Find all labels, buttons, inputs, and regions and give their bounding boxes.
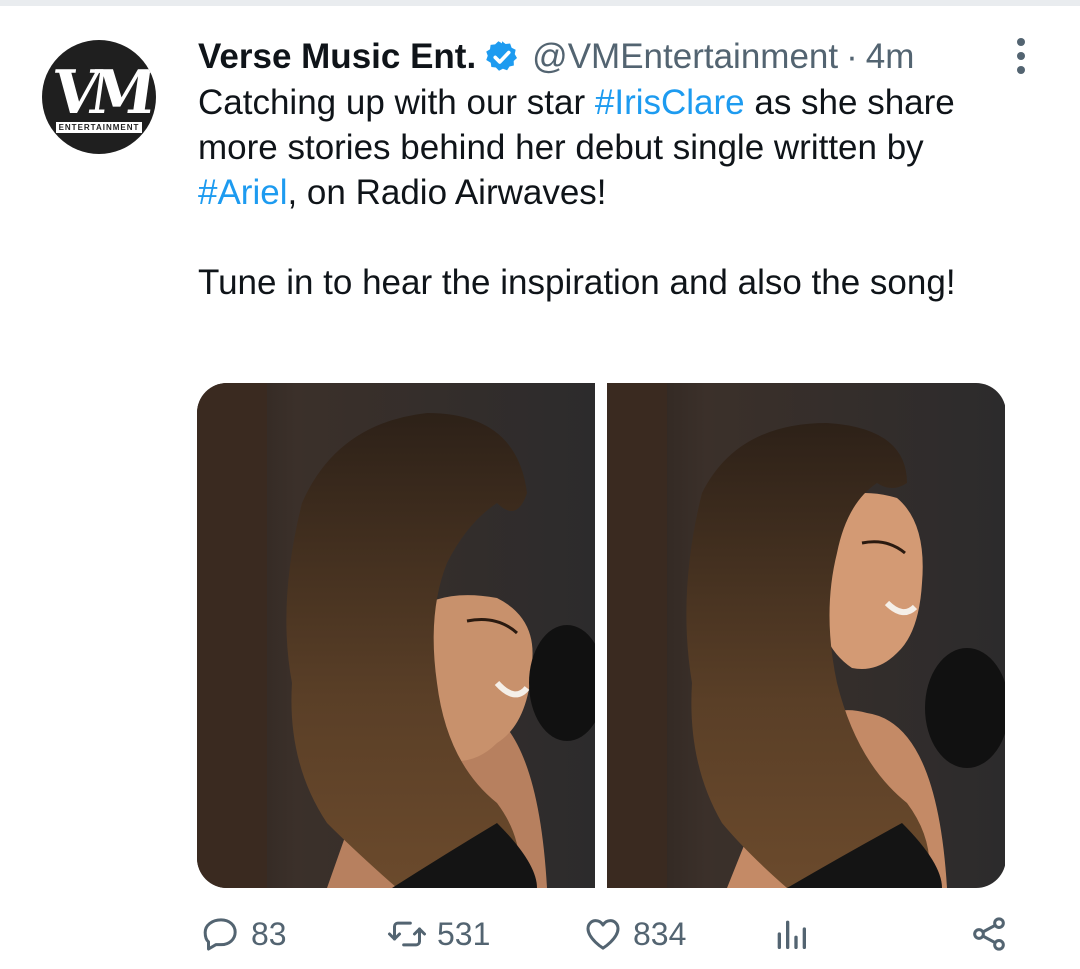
retweet-button[interactable]: 531 [387,908,490,960]
heart-icon [586,919,620,950]
analytics-button[interactable] [771,908,811,960]
share-icon [973,917,1005,951]
hashtag-irisclare[interactable]: #IrisClare [595,83,745,122]
tweet-actions: 83 531 834 [197,908,1027,960]
media-photo-right[interactable] [607,383,1005,888]
retweet-icon [388,921,426,947]
media-photo-left[interactable] [197,383,595,888]
share-button[interactable] [969,908,1009,960]
more-vertical-icon[interactable] [1006,36,1036,76]
analytics-icon [777,920,806,949]
retweet-count: 531 [437,915,491,952]
avatar[interactable]: VM ENTERTAINMENT [42,40,156,154]
top-divider [0,0,1080,6]
media-grid [197,383,1006,888]
tweet-paragraph-2: Tune in to hear the inspiration and also… [198,263,956,302]
avatar-monogram: VM [47,58,151,128]
hashtag-ariel[interactable]: #Ariel [198,173,287,212]
tweet-timestamp[interactable]: 4m [866,37,915,77]
like-count: 834 [633,915,687,952]
reply-icon [203,918,237,951]
like-button[interactable]: 834 [583,908,686,960]
account-handle[interactable]: @VMEntertainment [532,37,838,77]
avatar-subtitle: ENTERTAINMENT [55,122,143,133]
tweet-text: Catching up with our star #IrisClare as … [198,80,1018,305]
tweet-header: Verse Music Ent. @VMEntertainment · 4m [198,34,1058,80]
verified-badge-icon [486,41,518,71]
separator-dot: · [846,37,858,76]
account-name[interactable]: Verse Music Ent. [198,37,476,77]
reply-count: 83 [251,915,287,952]
tweet-paragraph-1: Catching up with our star #IrisClare as … [198,83,955,212]
reply-button[interactable]: 83 [201,908,287,960]
